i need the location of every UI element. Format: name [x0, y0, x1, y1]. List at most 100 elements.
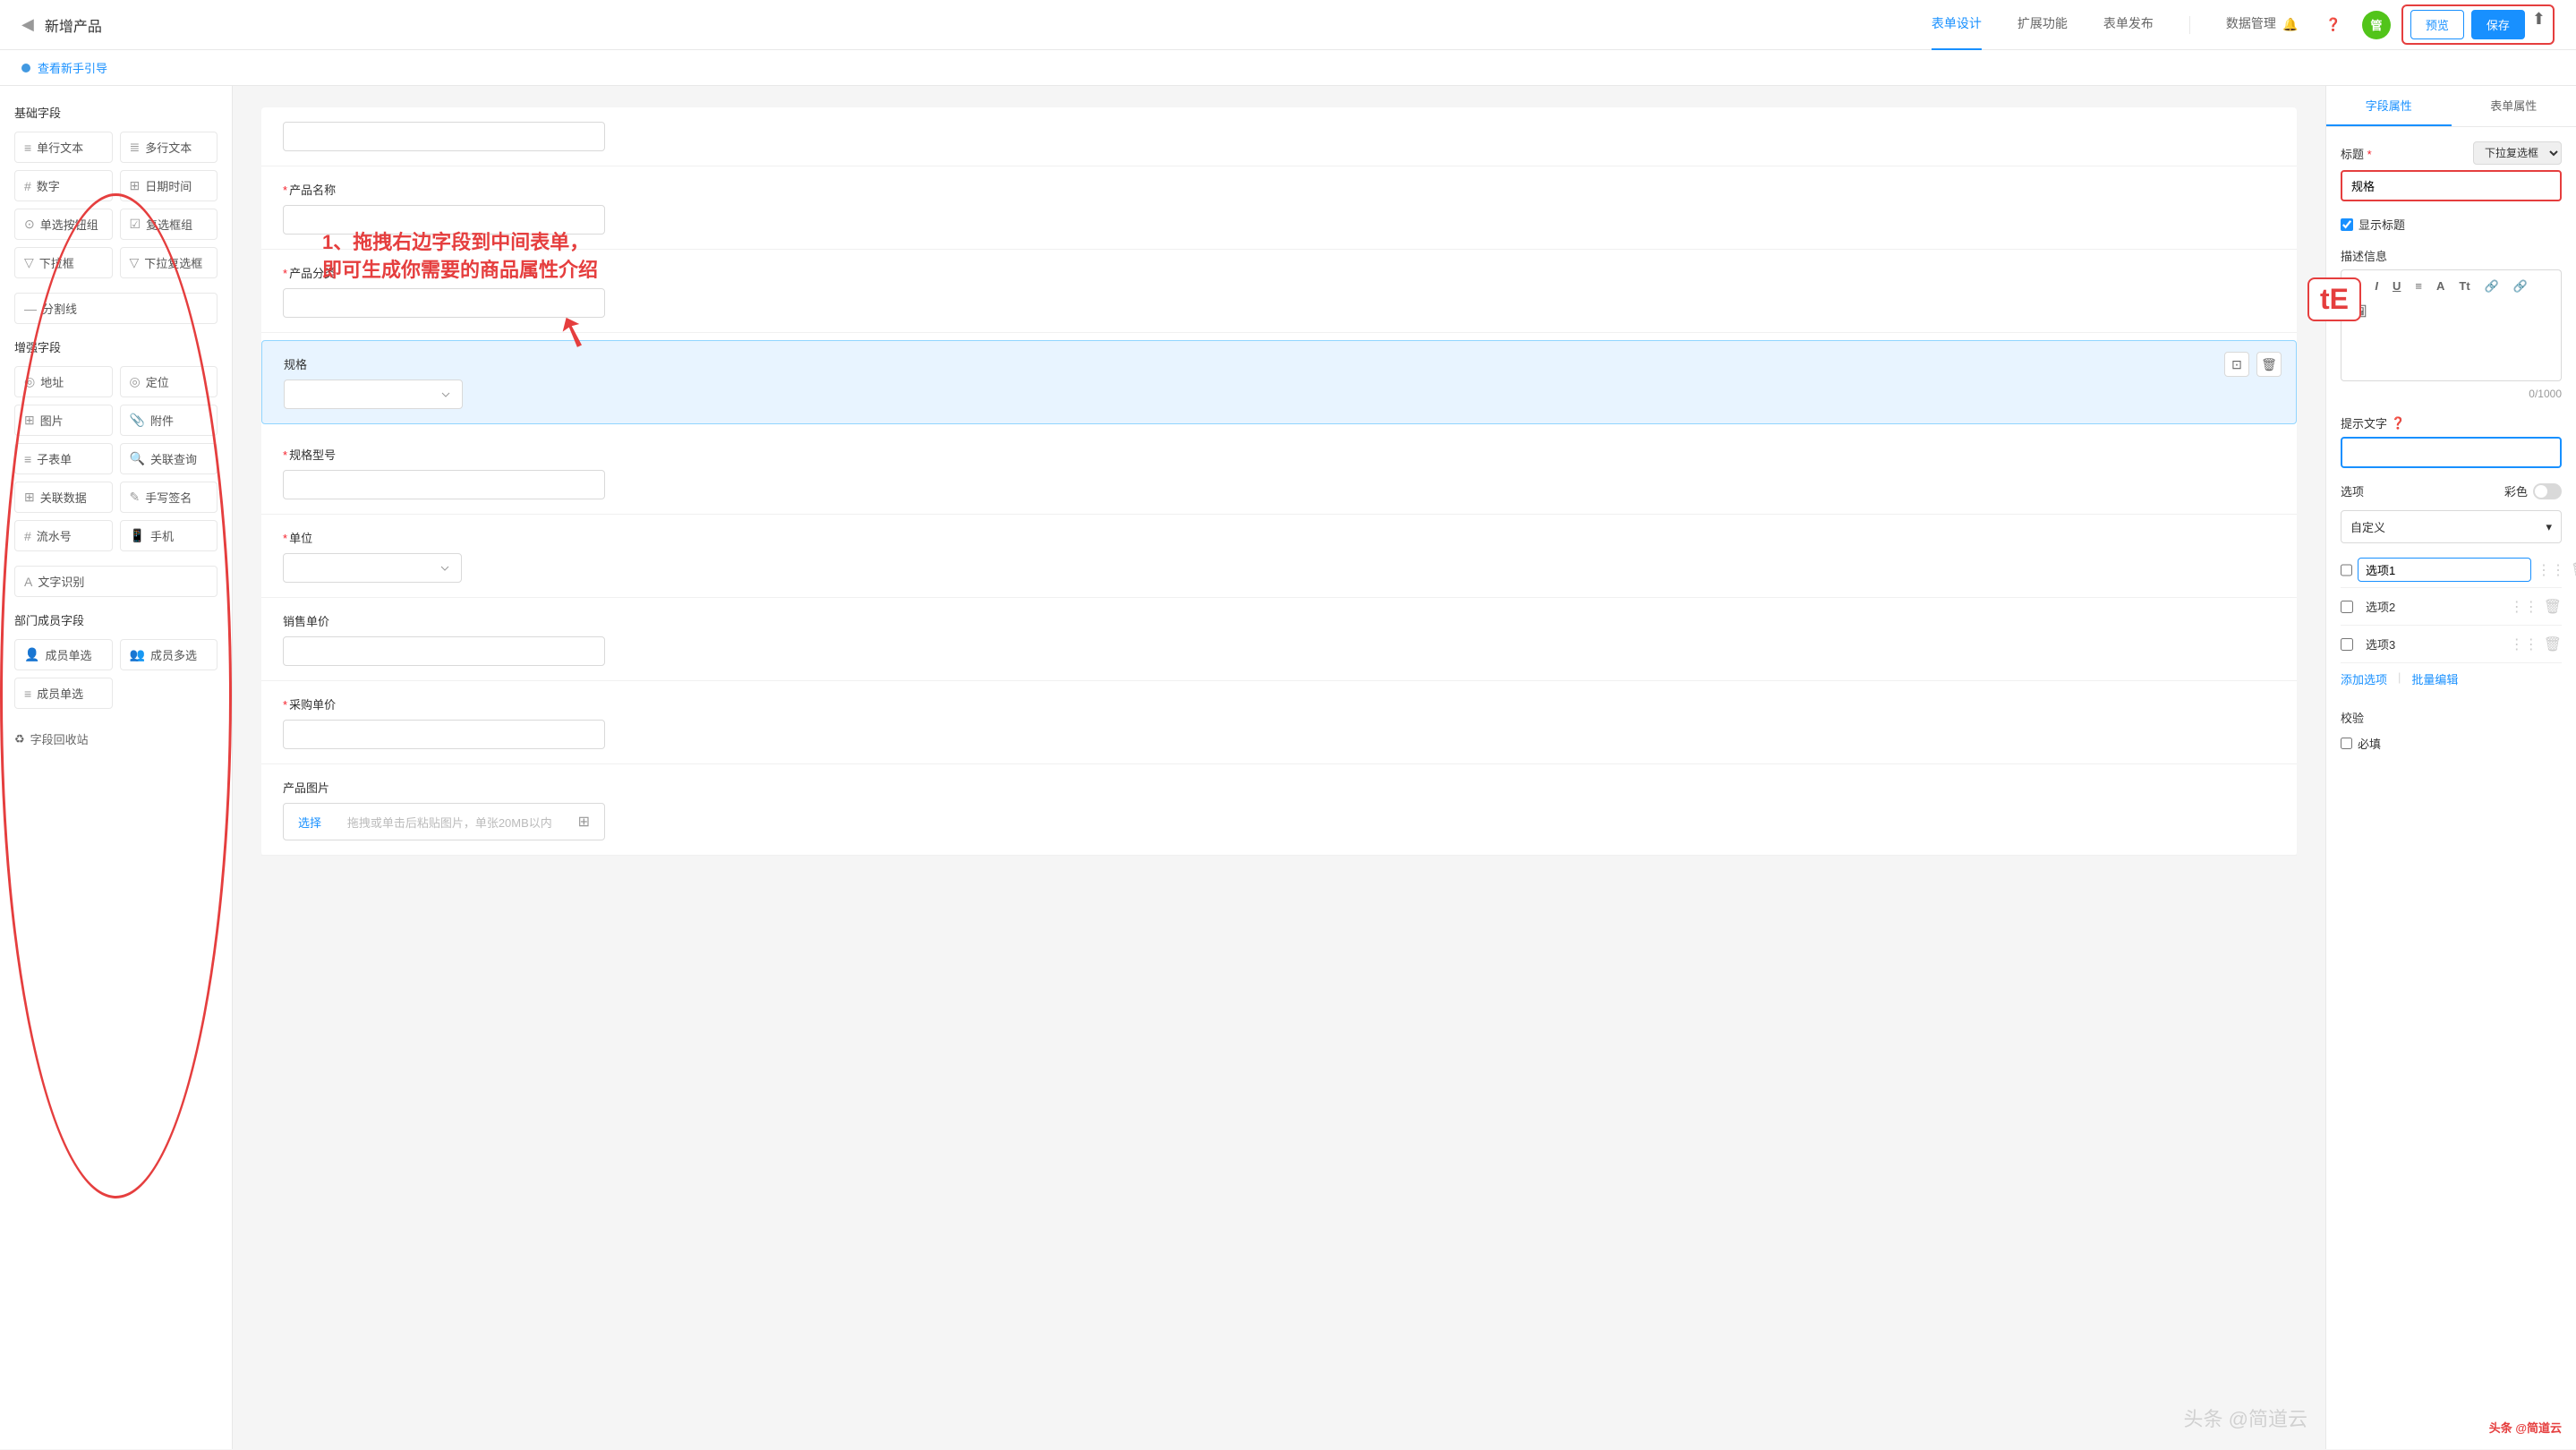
show-title-checkbox[interactable] — [2341, 218, 2353, 231]
nav-form-design[interactable]: 表单设计 — [1932, 14, 1982, 36]
tab-form-props[interactable]: 表单属性 — [2452, 86, 2576, 126]
ocr-icon: A — [24, 575, 32, 589]
add-option-row: 添加选项 | 批量编辑 — [2341, 663, 2562, 695]
unit-select[interactable] — [283, 553, 462, 583]
desc-underline[interactable]: U — [2389, 277, 2404, 295]
spec-select-wrapper — [284, 380, 463, 409]
field-ocr[interactable]: A 文字识别 — [14, 566, 218, 597]
guide-link[interactable]: 查看新手引导 — [38, 59, 107, 76]
option2-checkbox[interactable] — [2341, 601, 2353, 613]
purchase-price-input[interactable] — [283, 720, 605, 749]
field-datetime[interactable]: ⊞ 日期时间 — [120, 170, 218, 201]
field-divider[interactable]: — 分割线 — [14, 293, 218, 324]
top-input[interactable] — [283, 122, 605, 151]
field-phone[interactable]: 📱 手机 — [120, 520, 218, 551]
field-subtable[interactable]: ≡ 子表单 — [14, 443, 113, 474]
nav-publish[interactable]: 表单发布 — [2103, 14, 2154, 36]
share-icon[interactable]: ⬆ — [2532, 10, 2546, 39]
user-avatar[interactable]: 管 — [2362, 11, 2391, 39]
hint-label: 提示文字 ❓ — [2341, 414, 2562, 431]
form-card: 产品名称 产品分类 规格 ⊡ 🗑 — [261, 107, 2297, 856]
spec-copy-btn[interactable]: ⊡ — [2224, 352, 2249, 377]
field-member-single[interactable]: 👤 成员单选 — [14, 639, 113, 670]
title-type-select[interactable]: 下拉复选框 — [2473, 141, 2562, 165]
field-single-text[interactable]: ≡ 单行文本 — [14, 132, 113, 163]
desc-size[interactable]: Tt — [2455, 277, 2473, 295]
field-number[interactable]: # 数字 — [14, 170, 113, 201]
field-member-single2[interactable]: ≡ 成员单选 — [14, 678, 113, 709]
field-member-multi[interactable]: 👥 成员多选 — [120, 639, 218, 670]
field-radio[interactable]: ⊙ 单选按钮组 — [14, 209, 113, 240]
dept-fields-grid: 👤 成员单选 👥 成员多选 ≡ 成员单选 — [14, 639, 218, 709]
option1-input[interactable]: 选项1 — [2358, 558, 2531, 582]
recycle-bin[interactable]: ♻ 字段回收站 — [14, 723, 218, 755]
toggle-knob — [2535, 485, 2547, 498]
option-row-1: 选项1 ⋮⋮ 🗑 — [2341, 552, 2562, 588]
desc-image[interactable]: 🖼 — [2349, 303, 2371, 320]
desc-align[interactable]: ≡ — [2411, 277, 2426, 295]
field-checkbox-group[interactable]: ☑ 复选框组 — [120, 209, 218, 240]
hint-help-icon[interactable]: ❓ — [2391, 416, 2405, 431]
back-button[interactable]: ◀ — [21, 15, 34, 34]
desc-italic[interactable]: I — [2371, 277, 2382, 295]
option1-checkbox[interactable] — [2341, 564, 2352, 576]
field-location[interactable]: ◎ 定位 — [120, 366, 218, 397]
recycle-icon: ♻ — [14, 732, 25, 746]
options-type-dropdown[interactable]: 自定义 ▾ — [2341, 510, 2562, 543]
product-image-label: 产品图片 — [283, 779, 2275, 796]
product-name-input[interactable] — [283, 205, 605, 235]
desc-link2[interactable]: 🔗 — [2510, 277, 2531, 295]
field-address[interactable]: ◎ 地址 — [14, 366, 113, 397]
panel-hint-row: 提示文字 ❓ — [2341, 414, 2562, 468]
nav-extend[interactable]: 扩展功能 — [2017, 14, 2068, 36]
image-upload-area[interactable]: 选择 拖拽或单击后粘贴图片，单张20MB以内 ⊞ — [283, 803, 605, 840]
field-assoc-query[interactable]: 🔍 关联查询 — [120, 443, 218, 474]
tab-field-props[interactable]: 字段属性 — [2326, 86, 2452, 126]
hint-input[interactable] — [2342, 439, 2560, 466]
save-button[interactable]: 保存 — [2471, 10, 2525, 39]
field-attachment[interactable]: 📎 附件 — [120, 405, 218, 436]
phone-icon: 📱 — [130, 528, 145, 543]
field-dropdown[interactable]: ▽ 下拉框 — [14, 247, 113, 278]
add-option-btn[interactable]: 添加选项 — [2341, 670, 2387, 687]
multi-text-icon: ≣ — [130, 140, 141, 155]
field-serial[interactable]: # 流水号 — [14, 520, 113, 551]
spec-model-label: 规格型号 — [283, 446, 2275, 463]
option1-delete[interactable]: 🗑 — [2571, 561, 2576, 579]
toggle-switch[interactable] — [2533, 483, 2562, 499]
nav-divider — [2189, 16, 2190, 34]
field-assoc-data[interactable]: ⊞ 关联数据 — [14, 482, 113, 513]
help-icon[interactable]: ❓ — [2319, 11, 2348, 39]
field-divider-label: 分割线 — [42, 300, 77, 317]
option3-delete[interactable]: 🗑 — [2544, 635, 2562, 653]
image-select-btn[interactable]: 选择 — [298, 814, 321, 831]
location-icon: ◎ — [130, 374, 141, 389]
desc-textarea[interactable] — [2341, 328, 2562, 381]
spec-delete-btn[interactable]: 🗑 — [2256, 352, 2282, 377]
product-category-input[interactable] — [283, 288, 605, 318]
assoc-data-icon: ⊞ — [24, 490, 35, 505]
field-multi-text[interactable]: ≣ 多行文本 — [120, 132, 218, 163]
field-location-label: 定位 — [146, 373, 169, 390]
preview-button[interactable]: 预览 — [2410, 10, 2464, 39]
option3-checkbox[interactable] — [2341, 638, 2353, 651]
field-multi-dropdown[interactable]: ▽ 下拉复选框 — [120, 247, 218, 278]
desc-bold[interactable]: B — [2349, 277, 2364, 295]
title-input[interactable]: 规格 — [2342, 172, 2560, 200]
sale-price-input[interactable] — [283, 636, 605, 666]
nav-data[interactable]: 数据管理 — [2226, 14, 2276, 36]
notification-icon[interactable]: 🔔 — [2276, 11, 2305, 39]
field-image[interactable]: ⊞ 图片 — [14, 405, 113, 436]
title-row: 标题 * 下拉复选框 — [2341, 141, 2562, 165]
option2-delete[interactable]: 🗑 — [2544, 598, 2562, 616]
field-assoc-query-label: 关联查询 — [150, 450, 197, 467]
desc-link1[interactable]: 🔗 — [2481, 277, 2503, 295]
batch-edit-btn[interactable]: 批量编辑 — [2411, 670, 2458, 687]
spec-model-input[interactable] — [283, 470, 605, 499]
option2-label: 选项2 — [2358, 593, 2504, 619]
required-checkbox[interactable] — [2341, 738, 2352, 749]
basic-fields-title: 基础字段 — [14, 104, 218, 121]
desc-color[interactable]: A — [2433, 277, 2448, 295]
spec-select[interactable] — [284, 380, 463, 409]
field-signature[interactable]: ✎ 手写签名 — [120, 482, 218, 513]
